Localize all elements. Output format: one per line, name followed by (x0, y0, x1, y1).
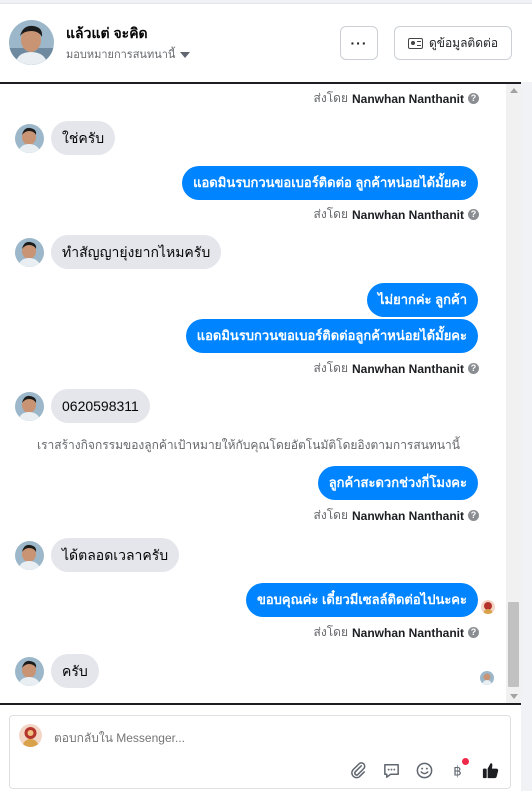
message-bubble[interactable]: ได้ตลอดเวลาครับ (51, 538, 180, 572)
sent-by-prefix: ส่งโดย (313, 361, 348, 375)
scroll-up-icon[interactable] (510, 88, 518, 93)
view-contact-label: ดูข้อมูลติดต่อ (428, 35, 499, 50)
customer-avatar-small (15, 237, 44, 267)
help-icon[interactable]: ? (468, 363, 479, 374)
agent-name: Nanwhan Nanthanit (351, 625, 464, 640)
reply-composer: ฿ (9, 715, 511, 789)
help-icon[interactable]: ? (468, 627, 479, 638)
agent-name: Nanwhan Nanthanit (351, 91, 464, 106)
sent-by-line: ส่งโดย Nanwhan Nanthanit ? (314, 506, 479, 525)
message-bubble[interactable]: ใช่ครับ (51, 121, 116, 155)
sent-by-line: ส่งโดย Nanwhan Nanthanit ? (314, 359, 479, 378)
scroll-down-icon[interactable] (510, 694, 518, 699)
saved-reply-icon[interactable] (382, 761, 401, 780)
seen-avatar (480, 671, 494, 685)
assign-label: มอบหมายการสนทนานี้ (66, 49, 176, 61)
outgoing-message[interactable]: ขอบคุณค่ะ เดี๋ยวมีเซลล์ติดต่อไปนะคะ (245, 583, 478, 617)
contact-card-icon (407, 37, 423, 49)
notification-dot (462, 758, 469, 765)
scrollbar-thumb[interactable] (508, 602, 519, 687)
right-gutter (521, 82, 532, 791)
incoming-message: ครับ (15, 654, 99, 688)
customer-avatar[interactable] (9, 20, 54, 65)
customer-avatar-small (15, 123, 44, 153)
customer-avatar-small (15, 391, 44, 421)
message-bubble[interactable]: ทำสัญญายุ่งยากไหมครับ (51, 235, 222, 269)
outgoing-message[interactable]: แอดมินรบกวนขอเบอร์ติดต่อลูกค้าหน่อยได้มั… (185, 319, 478, 353)
system-note: เราสร้างกิจกรรมของลูกค้าเป้าหมายให้กับคุ… (37, 438, 460, 452)
outgoing-message[interactable]: ลูกค้าสะดวกช่วงกี่โมงคะ (317, 466, 478, 500)
agent-name: Nanwhan Nanthanit (351, 207, 464, 222)
svg-text:฿: ฿ (453, 764, 461, 779)
more-icon: ··· (350, 35, 368, 51)
composer-toolbar: ฿ (349, 758, 500, 780)
emoji-icon[interactable] (415, 761, 434, 780)
incoming-message: ทำสัญญายุ่งยากไหมครับ (15, 235, 222, 269)
thread-scrollbar[interactable] (506, 84, 521, 703)
more-options-button[interactable]: ··· (340, 26, 378, 60)
customer-avatar-small (15, 656, 44, 686)
customer-avatar-small (15, 540, 44, 570)
attach-icon[interactable] (349, 761, 368, 780)
incoming-message: 0620598311 (15, 389, 150, 423)
sent-by-prefix: ส่งโดย (313, 91, 348, 105)
help-icon[interactable]: ? (468, 209, 479, 220)
sent-by-line: ส่งโดย Nanwhan Nanthanit ? (314, 89, 479, 108)
sent-by-line: ส่งโดย Nanwhan Nanthanit ? (314, 623, 479, 642)
payment-icon[interactable]: ฿ (448, 758, 469, 780)
message-thread[interactable]: ส่งโดย Nanwhan Nanthanit ? ใช่ครับ แอดมิ… (0, 82, 521, 705)
assign-conversation-dropdown[interactable]: มอบหมายการสนทนานี้ (66, 45, 191, 63)
incoming-message: ใช่ครับ (15, 121, 116, 155)
sent-by-line: ส่งโดย Nanwhan Nanthanit ? (314, 205, 479, 224)
view-contact-button[interactable]: ดูข้อมูลติดต่อ (394, 26, 512, 60)
incoming-message: ได้ตลอดเวลาครับ (15, 538, 180, 572)
customer-name: แล้วแต่ จะคิด (66, 25, 148, 41)
sent-by-prefix: ส่งโดย (313, 508, 348, 522)
sent-by-prefix: ส่งโดย (313, 625, 348, 639)
like-icon[interactable] (481, 761, 500, 780)
caret-down-icon (180, 51, 191, 58)
agent-name: Nanwhan Nanthanit (351, 508, 464, 523)
outgoing-message[interactable]: แอดมินรบกวนขอเบอร์ติดต่อ ลูกค้าหน่อยได้ม… (182, 166, 478, 200)
message-bubble[interactable]: 0620598311 (51, 389, 150, 423)
reply-input[interactable] (54, 731, 354, 745)
agent-name: Nanwhan Nanthanit (351, 361, 464, 376)
page-avatar (19, 724, 42, 747)
help-icon[interactable]: ? (468, 93, 479, 104)
message-bubble[interactable]: ครับ (51, 654, 99, 688)
outgoing-message[interactable]: ไม่ยากค่ะ ลูกค้า (366, 283, 478, 317)
sent-by-prefix: ส่งโดย (313, 207, 348, 221)
help-icon[interactable]: ? (468, 510, 479, 521)
conversation-header: แล้วแต่ จะคิด มอบหมายการสนทนานี้ ··· ดูข… (0, 4, 532, 82)
seen-avatar (481, 600, 495, 614)
